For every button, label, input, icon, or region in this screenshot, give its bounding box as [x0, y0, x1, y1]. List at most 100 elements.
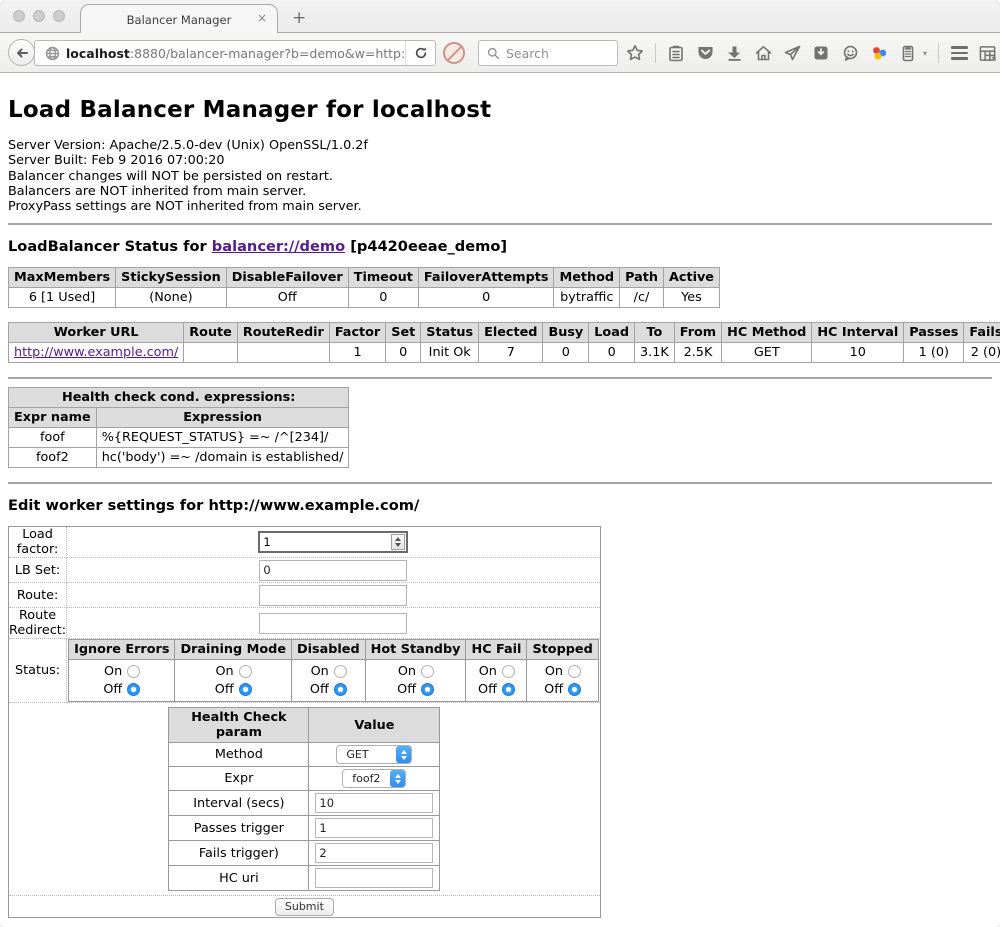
- cell-timeout: 0: [348, 288, 418, 308]
- column-header: MaxMembers: [9, 268, 116, 288]
- route-redirect-input[interactable]: [259, 613, 407, 634]
- column-header: Passes: [904, 323, 964, 343]
- tiles-icon[interactable]: [979, 44, 997, 62]
- stopped-off-radio[interactable]: [568, 683, 581, 696]
- close-window-button[interactable]: [13, 10, 25, 22]
- column-header: Method: [554, 268, 620, 288]
- hc-uri-input[interactable]: [315, 868, 433, 888]
- submit-button[interactable]: Submit: [275, 898, 334, 916]
- table-header-row: Expr name Expression: [9, 408, 349, 428]
- colored-dots-extension-icon[interactable]: [870, 44, 888, 62]
- status-heading-suffix: [p4420eeae_demo]: [345, 238, 507, 255]
- blocked-content-icon[interactable]: [443, 42, 465, 64]
- worker-status-table: Worker URL Route RouteRedir Factor Set S…: [8, 322, 1000, 363]
- divider: [8, 377, 992, 379]
- cell-maxmembers: 6 [1 Used]: [9, 288, 116, 308]
- downloads-icon[interactable]: [725, 44, 743, 62]
- number-spinner-icon[interactable]: [391, 534, 405, 550]
- column-header: HC Fail: [466, 640, 527, 660]
- search-bar[interactable]: [478, 40, 618, 66]
- radio-row: OnOff OnOff OnOff OnOff OnOff OnOff: [69, 660, 599, 702]
- column-header: HC Method: [722, 323, 812, 343]
- tab-balancer-manager[interactable]: Balancer Manager ×: [80, 4, 278, 34]
- column-header: Active: [663, 268, 719, 288]
- save-to-device-icon[interactable]: [812, 44, 830, 62]
- hc-fail-off-radio[interactable]: [502, 683, 515, 696]
- chevron-down-icon[interactable]: ▾: [923, 49, 927, 58]
- window-controls[interactable]: [13, 10, 65, 22]
- minimize-window-button[interactable]: [33, 10, 45, 22]
- url-bar[interactable]: localhost:8880/balancer-manager?b=demo&w…: [34, 40, 436, 66]
- cell-active: Yes: [663, 288, 719, 308]
- load-factor-input[interactable]: [258, 531, 408, 553]
- reading-list-icon[interactable]: [667, 44, 685, 62]
- cell-status: Init Ok: [421, 343, 479, 363]
- ignore-errors-off-radio[interactable]: [127, 683, 140, 696]
- column-header: Busy: [543, 323, 589, 343]
- form-row-status: Status: Ignore Errors Draining Mode Disa…: [9, 639, 601, 703]
- draining-mode-on-radio[interactable]: [239, 665, 252, 678]
- disabled-off-radio[interactable]: [334, 683, 347, 696]
- worker-url-link[interactable]: http://www.example.com/: [14, 345, 178, 360]
- on-label: On: [311, 664, 329, 679]
- forum-smiley-icon[interactable]: [841, 44, 859, 62]
- column-header: RouteRedir: [237, 323, 329, 343]
- back-button[interactable]: [8, 39, 35, 66]
- off-label: Off: [310, 682, 329, 697]
- cell-to: 3.1K: [635, 343, 675, 363]
- expr-select-value: foof2: [343, 772, 390, 785]
- tab-close-icon[interactable]: ×: [257, 11, 267, 25]
- home-icon[interactable]: [754, 44, 772, 62]
- method-label: Method: [169, 743, 309, 767]
- on-label: On: [398, 664, 416, 679]
- status-heading-prefix: LoadBalancer Status for: [8, 238, 212, 255]
- menu-icon[interactable]: [950, 44, 968, 62]
- persist-notice-line: Balancer changes will NOT be persisted o…: [8, 169, 992, 184]
- balancer-demo-link[interactable]: balancer://demo: [212, 238, 345, 255]
- table-row: HC uri: [169, 866, 440, 891]
- cell-factor: 1: [329, 343, 385, 363]
- ignore-errors-on-radio[interactable]: [127, 665, 140, 678]
- cell-expr-name: foof: [9, 428, 97, 448]
- expr-select[interactable]: foof2: [342, 769, 406, 788]
- draining-mode-off-radio[interactable]: [239, 683, 252, 696]
- cell-method: bytraffic: [554, 288, 620, 308]
- bookmark-star-icon[interactable]: [626, 44, 644, 62]
- toolbar-separator: [938, 43, 939, 63]
- hot-standby-on-radio[interactable]: [421, 665, 434, 678]
- route-input[interactable]: [259, 585, 407, 606]
- cell-passes: 1 (0): [904, 343, 964, 363]
- method-select[interactable]: GET: [336, 745, 412, 764]
- new-tab-button[interactable]: +: [292, 8, 306, 28]
- stopped-on-radio[interactable]: [568, 665, 581, 678]
- archive-extension-icon[interactable]: [899, 44, 917, 62]
- column-header: DisableFailover: [226, 268, 348, 288]
- page-title: Load Balancer Manager for localhost: [8, 97, 992, 123]
- zoom-window-button[interactable]: [53, 10, 65, 22]
- cell-elected: 7: [479, 343, 543, 363]
- cell-hc-method: GET: [722, 343, 812, 363]
- divider: [8, 223, 992, 225]
- column-header: Hot Standby: [365, 640, 466, 660]
- hc-fail-on-radio[interactable]: [502, 665, 515, 678]
- url-text[interactable]: localhost:8880/balancer-manager?b=demo&w…: [66, 46, 405, 61]
- load-factor-field[interactable]: [260, 533, 390, 551]
- off-label: Off: [215, 682, 234, 697]
- table-header-row: Health check cond. expressions:: [9, 388, 349, 408]
- disabled-on-radio[interactable]: [334, 665, 347, 678]
- browser-window: Balancer Manager × + localhost:8880/bala…: [0, 0, 1000, 927]
- lb-set-label: LB Set:: [9, 558, 67, 583]
- send-page-icon[interactable]: [783, 44, 801, 62]
- pocket-icon[interactable]: [696, 44, 714, 62]
- back-arrow-icon: [15, 47, 29, 59]
- passes-input[interactable]: [315, 818, 433, 838]
- lb-set-input[interactable]: [259, 560, 407, 581]
- fails-input[interactable]: [315, 843, 433, 863]
- hot-standby-off-radio[interactable]: [421, 683, 434, 696]
- column-header: Ignore Errors: [69, 640, 175, 660]
- reload-button[interactable]: [405, 41, 435, 65]
- edit-worker-heading: Edit worker settings for http://www.exam…: [8, 497, 992, 514]
- cell-fails: 2 (0): [964, 343, 1000, 363]
- search-input[interactable]: [506, 46, 598, 61]
- interval-input[interactable]: [315, 793, 433, 813]
